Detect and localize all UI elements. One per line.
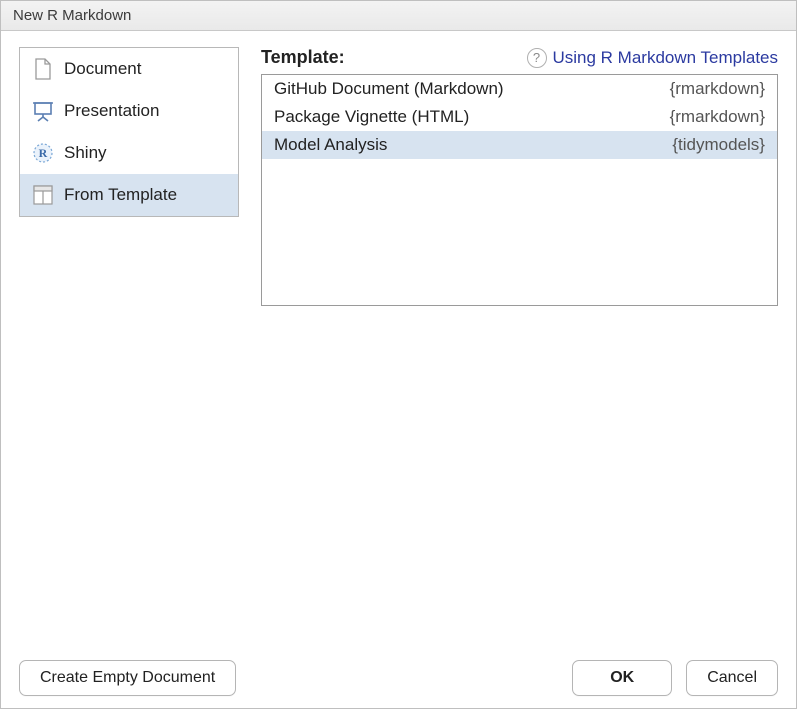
- using-templates-help-link[interactable]: ? Using R Markdown Templates: [527, 48, 779, 68]
- new-r-markdown-dialog: New R Markdown Document: [0, 0, 797, 709]
- svg-text:R: R: [39, 146, 48, 160]
- category-sidebar: Document Presentation: [19, 47, 239, 217]
- template-list[interactable]: GitHub Document (Markdown) {rmarkdown} P…: [261, 74, 778, 306]
- sidebar-item-from-template[interactable]: From Template: [20, 174, 238, 216]
- dialog-titlebar: New R Markdown: [1, 1, 796, 31]
- sidebar-item-shiny[interactable]: R Shiny: [20, 132, 238, 174]
- dialog-title: New R Markdown: [13, 7, 131, 24]
- template-section-label: Template:: [261, 47, 345, 68]
- sidebar-item-presentation[interactable]: Presentation: [20, 90, 238, 132]
- ok-button[interactable]: OK: [572, 660, 672, 696]
- sidebar-item-label: Shiny: [64, 143, 107, 163]
- shiny-icon: R: [32, 142, 54, 164]
- sidebar-item-label: Presentation: [64, 101, 159, 121]
- help-icon: ?: [527, 48, 547, 68]
- cancel-button[interactable]: Cancel: [686, 660, 778, 696]
- presentation-icon: [32, 100, 54, 122]
- help-link-text: Using R Markdown Templates: [553, 48, 779, 68]
- sidebar-item-label: From Template: [64, 185, 177, 205]
- template-row-model-analysis[interactable]: Model Analysis {tidymodels}: [262, 131, 777, 159]
- template-row-package-vignette[interactable]: Package Vignette (HTML) {rmarkdown}: [262, 103, 777, 131]
- template-icon: [32, 184, 54, 206]
- template-name: Model Analysis: [274, 135, 387, 155]
- dialog-body: Document Presentation: [1, 31, 796, 708]
- document-icon: [32, 58, 54, 80]
- template-package: {tidymodels}: [672, 135, 765, 155]
- template-name: Package Vignette (HTML): [274, 107, 469, 127]
- template-package: {rmarkdown}: [670, 107, 765, 127]
- dialog-main-row: Document Presentation: [19, 47, 778, 306]
- template-header: Template: ? Using R Markdown Templates: [261, 47, 778, 68]
- create-empty-document-button[interactable]: Create Empty Document: [19, 660, 236, 696]
- template-name: GitHub Document (Markdown): [274, 79, 504, 99]
- template-pane: Template: ? Using R Markdown Templates G…: [261, 47, 778, 306]
- sidebar-item-document[interactable]: Document: [20, 48, 238, 90]
- dialog-button-bar: Create Empty Document OK Cancel: [19, 646, 778, 696]
- sidebar-item-label: Document: [64, 59, 141, 79]
- template-package: {rmarkdown}: [670, 79, 765, 99]
- template-row-github-document[interactable]: GitHub Document (Markdown) {rmarkdown}: [262, 75, 777, 103]
